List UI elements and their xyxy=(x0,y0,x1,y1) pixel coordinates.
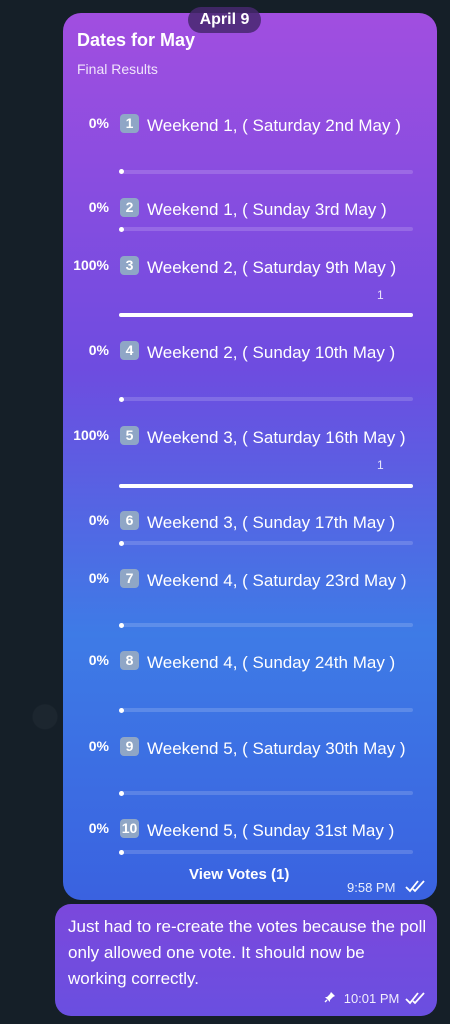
option-bar-fill xyxy=(119,850,124,855)
view-votes-button[interactable]: View Votes (1) xyxy=(189,866,289,883)
option-percent: 100% xyxy=(73,427,109,443)
date-pill: April 9 xyxy=(188,7,261,33)
message-text: Just had to re-create the votes because … xyxy=(68,917,427,988)
text-message: Just had to re-create the votes because … xyxy=(55,904,437,1016)
poll-title: Dates for May xyxy=(77,30,196,50)
option-percent: 0% xyxy=(88,342,109,358)
option-bar-track xyxy=(119,541,413,545)
option-bar-track xyxy=(119,313,413,317)
double-check-icon xyxy=(405,879,427,898)
option-label: Weekend 2, ( Saturday 9th May ) xyxy=(147,258,397,277)
option-bar-fill xyxy=(119,397,124,402)
option-bar-track xyxy=(119,397,413,401)
double-check-icon xyxy=(405,991,427,1008)
option-bar-fill xyxy=(119,791,124,796)
option-bar-fill xyxy=(119,541,124,546)
option-bar-fill xyxy=(119,227,124,232)
option-bar-fill xyxy=(119,484,413,488)
option-bar-track xyxy=(119,170,413,174)
option-label: Weekend 3, ( Sunday 17th May ) xyxy=(147,513,396,532)
poll-message: Dates for May Final Results 0% 1 Weekend… xyxy=(63,13,437,900)
option-label: Weekend 1, ( Sunday 3rd May ) xyxy=(147,200,387,219)
option-bar-track xyxy=(119,708,413,712)
option-percent: 100% xyxy=(73,257,109,273)
option-label: Weekend 1, ( Saturday 2nd May ) xyxy=(147,116,401,135)
message-time: 10:01 PM xyxy=(343,991,400,1006)
option-label: Weekend 4, ( Saturday 23rd May ) xyxy=(147,571,407,590)
option-bar-track xyxy=(119,227,413,231)
option-percent: 0% xyxy=(88,512,109,528)
message-meta: 10:01 PM xyxy=(324,991,427,1008)
poll-subtitle: Final Results xyxy=(77,61,158,77)
option-percent: 0% xyxy=(88,820,109,836)
option-percent: 0% xyxy=(88,115,109,131)
message-time: 9:58 PM xyxy=(347,880,396,895)
option-percent: 0% xyxy=(88,570,109,586)
pin-icon xyxy=(324,991,336,1006)
option-label: Weekend 3, ( Saturday 16th May ) xyxy=(147,428,406,447)
option-vote-count: 1 xyxy=(377,458,384,472)
option-label: Weekend 5, ( Saturday 30th May ) xyxy=(147,739,406,758)
option-bar-fill xyxy=(119,623,124,628)
option-percent: 0% xyxy=(88,738,109,754)
option-vote-count: 1 xyxy=(377,288,384,302)
option-bar-track xyxy=(119,484,413,488)
option-bar-fill xyxy=(119,169,124,174)
option-bar-track xyxy=(119,791,413,795)
option-bar-fill xyxy=(119,313,413,317)
option-bar-track xyxy=(119,850,413,854)
option-label: Weekend 2, ( Sunday 10th May ) xyxy=(147,343,396,362)
option-bar-fill xyxy=(119,708,124,713)
option-bar-track xyxy=(119,623,413,627)
option-percent: 0% xyxy=(88,199,109,215)
option-percent: 0% xyxy=(88,652,109,668)
option-label: Weekend 4, ( Sunday 24th May ) xyxy=(147,653,396,672)
option-label: Weekend 5, ( Sunday 31st May ) xyxy=(147,821,395,840)
